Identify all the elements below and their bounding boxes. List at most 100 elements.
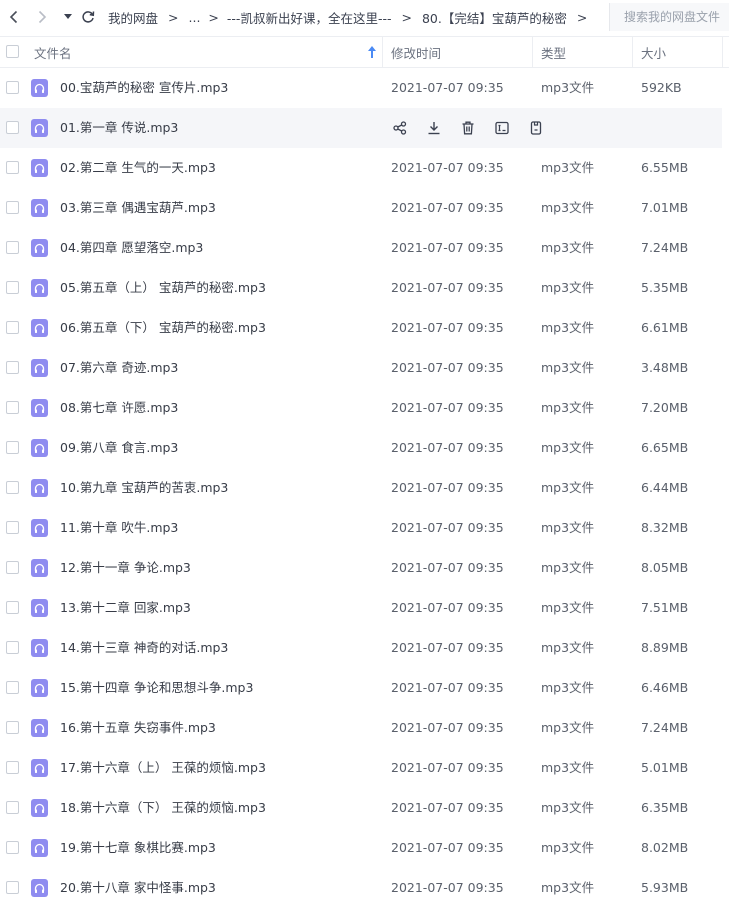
column-type[interactable]: 类型	[541, 37, 566, 67]
file-row[interactable]: 10.第九章 宝葫芦的苦衷.mp3 2021-07-07 09:35 mp3文件 6.…	[0, 468, 729, 508]
file-name[interactable]: 10.第九章 宝葫芦的苦衷.mp3	[60, 468, 228, 508]
file-row[interactable]: 04.第四章 愿望落空.mp3 2021-07-07 09:35 mp3文件 7.24…	[0, 228, 729, 268]
file-name[interactable]: 02.第二章 生气的一天.mp3	[60, 148, 216, 188]
row-checkbox[interactable]	[6, 521, 19, 534]
row-checkbox[interactable]	[6, 481, 19, 494]
row-checkbox[interactable]	[6, 241, 19, 254]
column-divider[interactable]	[382, 37, 383, 67]
row-checkbox[interactable]	[6, 801, 19, 814]
file-row[interactable]: 03.第三章 偶遇宝葫芦.mp3 2021-07-07 09:35 mp3文件 7.0…	[0, 188, 729, 228]
file-name[interactable]: 11.第十章 吹牛.mp3	[60, 508, 178, 548]
row-checkbox[interactable]	[6, 201, 19, 214]
file-row[interactable]: 20.第十八章 家中怪事.mp3 2021-07-07 09:35 mp3文件 5.9…	[0, 868, 729, 907]
file-row[interactable]: 14.第十三章 神奇的对话.mp3 2021-07-07 09:35 mp3文件 8.…	[0, 628, 729, 668]
column-modified[interactable]: 修改时间	[391, 37, 441, 67]
forward-button[interactable]	[31, 6, 53, 28]
file-name[interactable]: 08.第七章 许愿.mp3	[60, 388, 178, 428]
file-row[interactable]: 05.第五章（上） 宝葫芦的秘密.mp3 2021-07-07 09:35 mp3文…	[0, 268, 729, 308]
column-divider[interactable]	[532, 37, 533, 67]
row-checkbox[interactable]	[6, 761, 19, 774]
file-row[interactable]: 15.第十四章 争论和思想斗争.mp3 2021-07-07 09:35 mp3文件…	[0, 668, 729, 708]
history-dropdown[interactable]	[57, 6, 79, 28]
file-row[interactable]: 06.第五章（下） 宝葫芦的秘密.mp3 2021-07-07 09:35 mp3文…	[0, 308, 729, 348]
breadcrumb-folder[interactable]: ---凯叔新出好课，全在这里---	[227, 8, 392, 27]
row-checkbox[interactable]	[6, 441, 19, 454]
file-name[interactable]: 16.第十五章 失窃事件.mp3	[60, 708, 216, 748]
breadcrumb-ellipsis[interactable]: ...	[189, 10, 201, 25]
row-checkbox[interactable]	[6, 641, 19, 654]
file-row[interactable]: 02.第二章 生气的一天.mp3 2021-07-07 09:35 mp3文件 6.5…	[0, 148, 729, 188]
file-name[interactable]: 14.第十三章 神奇的对话.mp3	[60, 628, 228, 668]
file-modified-time: 2021-07-07 09:35	[391, 640, 504, 655]
more-button[interactable]	[527, 118, 545, 138]
file-name[interactable]: 07.第六章 奇迹.mp3	[60, 348, 178, 388]
file-row[interactable]: 07.第六章 奇迹.mp3 2021-07-07 09:35 mp3文件 3.48MB	[0, 348, 729, 388]
file-name[interactable]: 05.第五章（上） 宝葫芦的秘密.mp3	[60, 268, 266, 308]
row-checkbox[interactable]	[6, 81, 19, 94]
audio-file-icon	[31, 239, 48, 257]
headphones-icon	[34, 683, 45, 693]
file-name[interactable]: 19.第十七章 象棋比赛.mp3	[60, 828, 216, 868]
file-modified-time: 2021-07-07 09:35	[391, 240, 504, 255]
file-name[interactable]: 03.第三章 偶遇宝葫芦.mp3	[60, 188, 216, 228]
file-name[interactable]: 15.第十四章 争论和思想斗争.mp3	[60, 668, 253, 708]
file-name[interactable]: 06.第五章（下） 宝葫芦的秘密.mp3	[60, 308, 266, 348]
file-row[interactable]: 00.宝葫芦的秘密 宣传片.mp3 2021-07-07 09:35 mp3文件 59…	[0, 68, 729, 108]
rename-button[interactable]	[493, 118, 511, 138]
file-size: 7.01MB	[641, 200, 689, 215]
column-size[interactable]: 大小	[641, 37, 666, 67]
headphones-icon	[34, 803, 45, 813]
share-button[interactable]	[391, 118, 409, 138]
row-checkbox[interactable]	[6, 881, 19, 894]
file-name[interactable]: 12.第十一章 争论.mp3	[60, 548, 191, 588]
file-row[interactable]: 18.第十六章（下） 王葆的烦恼.mp3 2021-07-07 09:35 mp3文…	[0, 788, 729, 828]
headphones-icon	[34, 363, 45, 373]
refresh-button[interactable]	[77, 6, 99, 28]
delete-button[interactable]	[459, 118, 477, 138]
row-checkbox[interactable]	[6, 281, 19, 294]
file-row[interactable]: 16.第十五章 失窃事件.mp3 2021-07-07 09:35 mp3文件 7.2…	[0, 708, 729, 748]
file-row[interactable]: 12.第十一章 争论.mp3 2021-07-07 09:35 mp3文件 8.05M…	[0, 548, 729, 588]
file-name[interactable]: 01.第一章 传说.mp3	[60, 108, 178, 148]
row-checkbox[interactable]	[6, 681, 19, 694]
headphones-icon	[34, 763, 45, 773]
file-name[interactable]: 18.第十六章（下） 王葆的烦恼.mp3	[60, 788, 266, 828]
row-checkbox[interactable]	[6, 401, 19, 414]
column-name[interactable]: 文件名	[34, 37, 72, 67]
file-name[interactable]: 00.宝葫芦的秘密 宣传片.mp3	[60, 68, 228, 108]
file-name[interactable]: 09.第八章 食言.mp3	[60, 428, 178, 468]
file-row[interactable]: 01.第一章 传说.mp32021-07-07 09:35mp3文件6.52MB	[0, 108, 722, 148]
file-row[interactable]: 19.第十七章 象棋比赛.mp3 2021-07-07 09:35 mp3文件 8.0…	[0, 828, 729, 868]
row-checkbox[interactable]	[6, 161, 19, 174]
breadcrumb-current[interactable]: 80.【完结】宝葫芦的秘密	[422, 8, 567, 27]
column-divider[interactable]	[722, 37, 723, 67]
file-name[interactable]: 20.第十八章 家中怪事.mp3	[60, 868, 216, 907]
row-checkbox[interactable]	[6, 841, 19, 854]
file-size: 6.35MB	[641, 800, 689, 815]
file-row[interactable]: 09.第八章 食言.mp3 2021-07-07 09:35 mp3文件 6.65MB	[0, 428, 729, 468]
file-name[interactable]: 17.第十六章（上） 王葆的烦恼.mp3	[60, 748, 266, 788]
row-checkbox[interactable]	[6, 561, 19, 574]
audio-file-icon	[31, 799, 48, 817]
row-checkbox[interactable]	[6, 321, 19, 334]
back-button[interactable]	[3, 6, 25, 28]
row-checkbox[interactable]	[6, 721, 19, 734]
file-row[interactable]: 13.第十二章 回家.mp3 2021-07-07 09:35 mp3文件 7.51M…	[0, 588, 729, 628]
file-type: mp3文件	[541, 760, 595, 775]
file-size: 6.44MB	[641, 480, 689, 495]
sort-ascending-icon[interactable]	[368, 46, 376, 58]
file-row[interactable]: 08.第七章 许愿.mp3 2021-07-07 09:35 mp3文件 7.20MB	[0, 388, 729, 428]
search-input[interactable]	[624, 10, 729, 24]
breadcrumb-root[interactable]: 我的网盘	[108, 8, 158, 27]
download-button[interactable]	[425, 118, 443, 138]
toolbar: 我的网盘 > ... > ---凯叔新出好课，全在这里--- > 80.【完结】…	[0, 0, 729, 34]
file-row[interactable]: 17.第十六章（上） 王葆的烦恼.mp3 2021-07-07 09:35 mp3文…	[0, 748, 729, 788]
file-row[interactable]: 11.第十章 吹牛.mp3 2021-07-07 09:35 mp3文件 8.32MB	[0, 508, 729, 548]
column-divider[interactable]	[632, 37, 633, 67]
row-checkbox[interactable]	[6, 361, 19, 374]
row-checkbox[interactable]	[6, 601, 19, 614]
select-all-checkbox[interactable]	[6, 45, 19, 58]
file-name[interactable]: 13.第十二章 回家.mp3	[60, 588, 191, 628]
file-name[interactable]: 04.第四章 愿望落空.mp3	[60, 228, 203, 268]
row-checkbox[interactable]	[6, 121, 19, 134]
